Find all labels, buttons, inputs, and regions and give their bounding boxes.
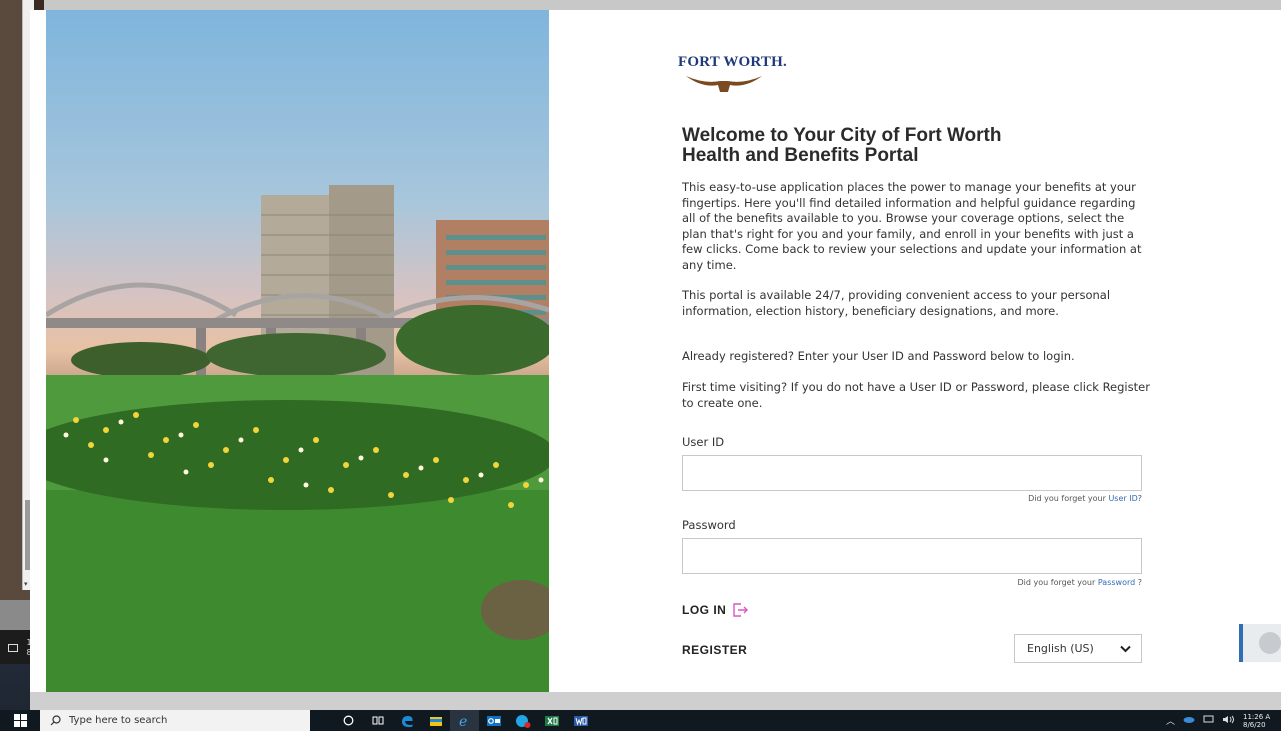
- cortana-icon[interactable]: [334, 710, 363, 731]
- user-id-label: User ID: [682, 435, 725, 449]
- forgot-user-id-suffix: ?: [1137, 494, 1142, 503]
- search-icon: [50, 715, 61, 726]
- svg-text:e: e: [459, 714, 467, 728]
- volume-icon[interactable]: [1222, 715, 1235, 727]
- task-view-icon[interactable]: [363, 710, 392, 731]
- chevron-down-icon: [1120, 645, 1131, 652]
- clock-date: 8/6/20: [1243, 720, 1266, 729]
- forgot-password-prefix: Did you forget your: [1017, 578, 1098, 587]
- register-button[interactable]: REGISTER: [682, 643, 747, 657]
- scroll-down-arrow-icon[interactable]: ▾: [24, 580, 28, 588]
- taskbar-apps: e: [334, 710, 595, 731]
- browser-bottom-edge: [30, 692, 1281, 710]
- chat-widget-button[interactable]: [1239, 624, 1281, 662]
- logo-wordmark: FORT WORTH.: [678, 54, 787, 70]
- language-select-value: English (US): [1027, 642, 1094, 655]
- page-title: Welcome to Your City of Fort Worth Healt…: [682, 126, 1152, 166]
- edge-icon[interactable]: [392, 710, 421, 731]
- windows-logo-icon: [13, 714, 27, 727]
- system-tray: ︿ 11:26 A 8/6/20: [1166, 710, 1281, 731]
- login-arrow-icon: [733, 603, 749, 617]
- file-explorer-icon[interactable]: [421, 710, 450, 731]
- skype-icon[interactable]: [508, 710, 537, 731]
- login-button[interactable]: LOG IN: [682, 602, 749, 618]
- forgot-user-id-prefix: Did you forget your: [1028, 494, 1109, 503]
- taskbar-clock[interactable]: 11:26 A 8/6/20: [1243, 713, 1281, 729]
- taskbar-search-placeholder: Type here to search: [69, 715, 168, 726]
- first-time-paragraph: First time visiting? If you do not have …: [682, 380, 1150, 410]
- password-label: Password: [682, 518, 736, 532]
- start-button[interactable]: [0, 710, 40, 731]
- longhorn-icon: [686, 76, 762, 92]
- user-id-input[interactable]: [682, 455, 1142, 491]
- display-icon: [8, 644, 18, 652]
- forgot-password-link[interactable]: Password: [1098, 578, 1135, 587]
- registered-paragraph: Already registered? Enter your User ID a…: [682, 349, 1075, 363]
- page-title-line1: Welcome to Your City of Fort Worth: [682, 125, 1002, 146]
- forgot-password-suffix: ?: [1135, 578, 1142, 587]
- forgot-user-id-text: Did you forget your User ID?: [1028, 494, 1142, 503]
- hero-photo: [46, 10, 549, 692]
- taskbar-search-box[interactable]: Type here to search: [40, 710, 310, 731]
- chat-icon: [1259, 632, 1281, 654]
- hero-photo-illustration: [46, 185, 549, 692]
- password-input[interactable]: [682, 538, 1142, 574]
- language-select[interactable]: English (US): [1014, 634, 1142, 663]
- outlook-icon[interactable]: [479, 710, 508, 731]
- availability-paragraph: This portal is available 24/7, providing…: [682, 288, 1111, 318]
- intro-paragraph: This easy-to-use application places the …: [682, 180, 1142, 272]
- clock-time: 11:26 A: [1243, 712, 1271, 721]
- login-button-label: LOG IN: [682, 603, 727, 617]
- internet-explorer-icon[interactable]: e: [450, 710, 479, 731]
- show-hidden-icons-icon[interactable]: ︿: [1166, 714, 1175, 727]
- fort-worth-logo[interactable]: FORT WORTH.: [678, 54, 808, 96]
- excel-icon[interactable]: [537, 710, 566, 731]
- word-icon[interactable]: [566, 710, 595, 731]
- page-title-line2: Health and Benefits Portal: [682, 145, 919, 166]
- forgot-user-id-link[interactable]: User ID: [1108, 494, 1137, 503]
- forgot-password-text: Did you forget your Password ?: [1018, 578, 1143, 587]
- onedrive-icon[interactable]: [1183, 715, 1195, 726]
- network-icon[interactable]: [1203, 715, 1214, 727]
- windows-taskbar: Type here to search e ︿ 11:26 A 8/6/20: [0, 710, 1281, 731]
